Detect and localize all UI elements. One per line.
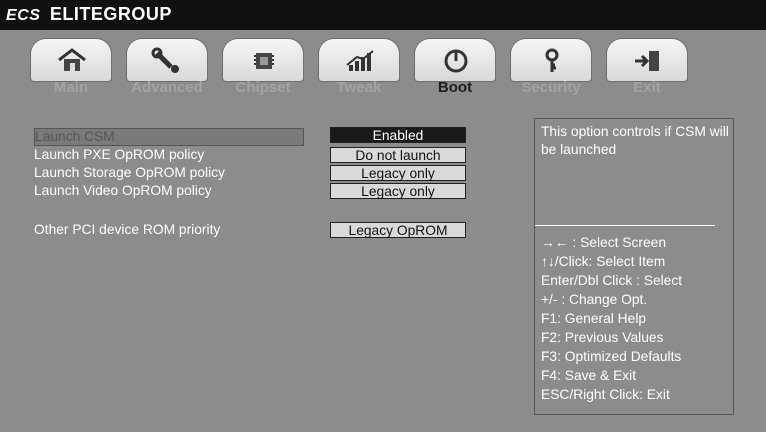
tab-plate bbox=[222, 38, 304, 82]
tab-boot[interactable]: Boot bbox=[408, 36, 502, 96]
tab-exit[interactable]: Exit bbox=[600, 36, 694, 96]
setting-value-launch-storage-oprom-policy[interactable]: Legacy only bbox=[330, 165, 466, 181]
tab-label: Boot bbox=[437, 79, 473, 96]
brand: ECS ELITEGROUP bbox=[6, 4, 172, 25]
setting-other-pci-device-rom-priority[interactable]: Other PCI device ROM priority bbox=[34, 222, 220, 237]
setting-launch-csm[interactable]: Launch CSM bbox=[34, 128, 304, 146]
home-icon bbox=[58, 48, 86, 71]
tab-label: Exit bbox=[633, 79, 661, 96]
tab-plate bbox=[414, 38, 496, 82]
tab-label: Security bbox=[521, 79, 581, 96]
tab-advanced[interactable]: Advanced bbox=[120, 36, 214, 96]
key-hint: F2: Previous Values bbox=[541, 330, 664, 345]
tab-main[interactable]: Main bbox=[24, 36, 118, 96]
settings-panel: Launch CSM Enabled Launch PXE OpROM poli… bbox=[14, 110, 521, 422]
brand-name: ELITEGROUP bbox=[49, 4, 172, 24]
setting-launch-video-oprom-policy[interactable]: Launch Video OpROM policy bbox=[34, 183, 212, 198]
key-icon bbox=[545, 48, 559, 72]
key-legend: →← : Select Screen ↑↓/Click: Select Item… bbox=[541, 233, 731, 404]
tab-chipset[interactable]: Chipset bbox=[216, 36, 310, 96]
key-hint: F3: Optimized Defaults bbox=[541, 349, 682, 364]
setting-launch-storage-oprom-policy[interactable]: Launch Storage OpROM policy bbox=[34, 165, 225, 180]
tab-label: Tweak bbox=[336, 79, 382, 96]
help-divider bbox=[535, 225, 715, 226]
setting-value-other-pci-device-rom-priority[interactable]: Legacy OpROM bbox=[330, 222, 466, 238]
chart-icon bbox=[346, 50, 374, 71]
ecs-logo: ECS bbox=[6, 7, 41, 24]
title-bar: ECS ELITEGROUP bbox=[0, 0, 766, 30]
tab-plate bbox=[126, 38, 208, 82]
tab-label: Advanced bbox=[131, 79, 203, 96]
key-hint: ESC/Right Click: Exit bbox=[541, 387, 670, 402]
tab-strip: Main Advanced Chipset Tweak Boot Securit… bbox=[0, 30, 766, 110]
power-icon bbox=[444, 49, 468, 73]
key-hint: +/- : Change Opt. bbox=[541, 292, 648, 307]
key-hint: F4: Save & Exit bbox=[541, 368, 637, 383]
chip-icon bbox=[254, 53, 274, 69]
wrench-icon bbox=[151, 47, 179, 73]
setting-launch-pxe-oprom-policy[interactable]: Launch PXE OpROM policy bbox=[34, 147, 204, 162]
tab-label: Main bbox=[53, 79, 89, 96]
tab-plate bbox=[510, 38, 592, 82]
tab-label: Chipset bbox=[235, 79, 291, 96]
key-hint: Enter/Dbl Click : Select bbox=[541, 273, 683, 288]
tab-plate bbox=[318, 38, 400, 82]
tab-plate bbox=[606, 38, 688, 82]
key-hint: ↑↓/Click: Select Item bbox=[541, 254, 666, 269]
key-hint: F1: General Help bbox=[541, 311, 647, 326]
setting-value-launch-video-oprom-policy[interactable]: Legacy only bbox=[330, 183, 466, 199]
exit-icon bbox=[635, 51, 659, 71]
key-hint: →← : Select Screen bbox=[541, 235, 666, 250]
tab-security[interactable]: Security bbox=[504, 36, 598, 96]
help-panel: This option controls if CSM will be laun… bbox=[534, 118, 734, 415]
tab-tweak[interactable]: Tweak bbox=[312, 36, 406, 96]
tab-plate bbox=[30, 38, 112, 82]
setting-value-launch-csm[interactable]: Enabled bbox=[330, 127, 466, 143]
help-description: This option controls if CSM will be laun… bbox=[541, 124, 729, 157]
setting-value-launch-pxe-oprom-policy[interactable]: Do not launch bbox=[330, 147, 466, 163]
